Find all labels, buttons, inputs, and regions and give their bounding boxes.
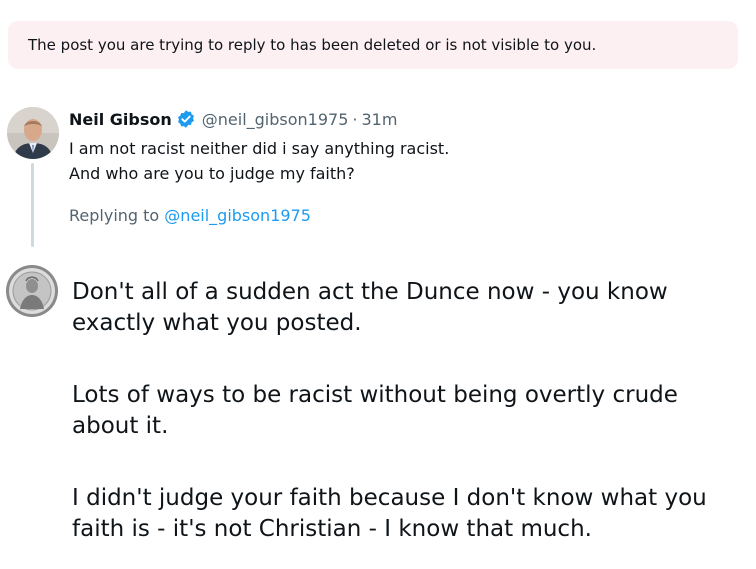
verified-badge-icon xyxy=(176,109,196,129)
reply-compose-view: The post you are trying to reply to has … xyxy=(0,0,756,569)
post-text-line: And who are you to judge my faith? xyxy=(69,164,355,183)
replying-to-label: Replying to @neil_gibson1975 xyxy=(69,206,311,225)
reply-line: Don't all of a sudden act the Dunce now … xyxy=(72,279,668,305)
user-avatar[interactable] xyxy=(6,265,58,317)
reply-paragraph[interactable]: Lots of ways to be racist without being … xyxy=(72,380,742,442)
reply-line: about it. xyxy=(72,413,169,439)
header-separator: · xyxy=(352,109,358,129)
reply-line: Lots of ways to be racist without being … xyxy=(72,382,678,408)
reply-paragraph[interactable]: I didn't judge your faith because I don'… xyxy=(72,483,742,545)
post-text: I am not racist neither did i say anythi… xyxy=(69,136,449,186)
author-avatar[interactable] xyxy=(7,107,59,159)
post-timestamp[interactable]: 31m xyxy=(361,110,397,129)
post-text-line: I am not racist neither did i say anythi… xyxy=(69,139,450,158)
deleted-post-notice: The post you are trying to reply to has … xyxy=(8,21,738,69)
reply-line: exactly what you posted. xyxy=(72,310,362,336)
replying-to-handle-link[interactable]: @neil_gibson1975 xyxy=(164,206,311,225)
reply-line: faith is - it's not Christian - I know t… xyxy=(72,516,592,542)
thread-connector-line xyxy=(31,163,34,247)
replying-prefix: Replying to xyxy=(69,206,160,225)
author-handle[interactable]: @neil_gibson1975 xyxy=(202,110,349,129)
author-name[interactable]: Neil Gibson xyxy=(69,110,172,129)
notice-text: The post you are trying to reply to has … xyxy=(28,36,597,54)
reply-line: I didn't judge your faith because I don'… xyxy=(72,485,707,511)
reply-paragraph[interactable]: Don't all of a sudden act the Dunce now … xyxy=(72,277,742,339)
post-header: Neil Gibson @neil_gibson1975 · 31m xyxy=(69,108,397,130)
